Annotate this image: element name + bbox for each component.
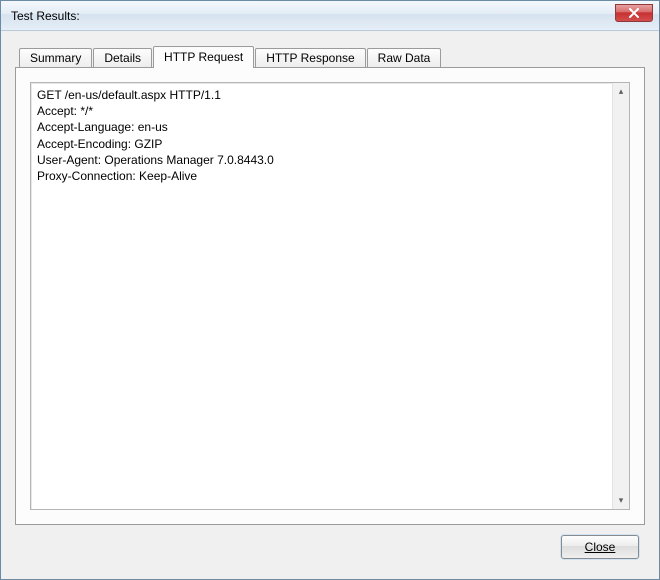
tab-http-request[interactable]: HTTP Request (153, 46, 254, 68)
tab-label: Summary (30, 51, 81, 65)
scroll-up-icon[interactable]: ▴ (613, 83, 629, 100)
http-request-text[interactable]: GET /en-us/default.aspx HTTP/1.1 Accept:… (31, 83, 612, 509)
dialog-footer: Close (15, 525, 645, 569)
tab-details[interactable]: Details (93, 48, 152, 68)
close-button[interactable]: Close (561, 535, 639, 559)
tab-label: HTTP Request (164, 50, 243, 64)
close-button-label: Close (585, 540, 616, 554)
tab-strip: Summary Details HTTP Request HTTP Respon… (15, 45, 645, 67)
tab-page: GET /en-us/default.aspx HTTP/1.1 Accept:… (15, 67, 645, 525)
window-close-button[interactable] (615, 4, 653, 22)
tab-label: HTTP Response (266, 51, 354, 65)
client-area: Summary Details HTTP Request HTTP Respon… (1, 31, 659, 579)
vertical-scrollbar[interactable]: ▴ ▾ (612, 83, 629, 509)
tab-http-response[interactable]: HTTP Response (255, 48, 365, 68)
titlebar: Test Results: (1, 1, 659, 31)
scroll-down-icon[interactable]: ▾ (613, 492, 629, 509)
close-icon (628, 8, 640, 18)
tab-raw-data[interactable]: Raw Data (367, 48, 442, 68)
tab-label: Raw Data (378, 51, 431, 65)
window: Test Results: Summary Details HTTP Reque… (0, 0, 660, 580)
window-title: Test Results: (11, 9, 80, 23)
content-box: GET /en-us/default.aspx HTTP/1.1 Accept:… (30, 82, 630, 510)
tab-label: Details (104, 51, 141, 65)
tab-summary[interactable]: Summary (19, 48, 92, 68)
